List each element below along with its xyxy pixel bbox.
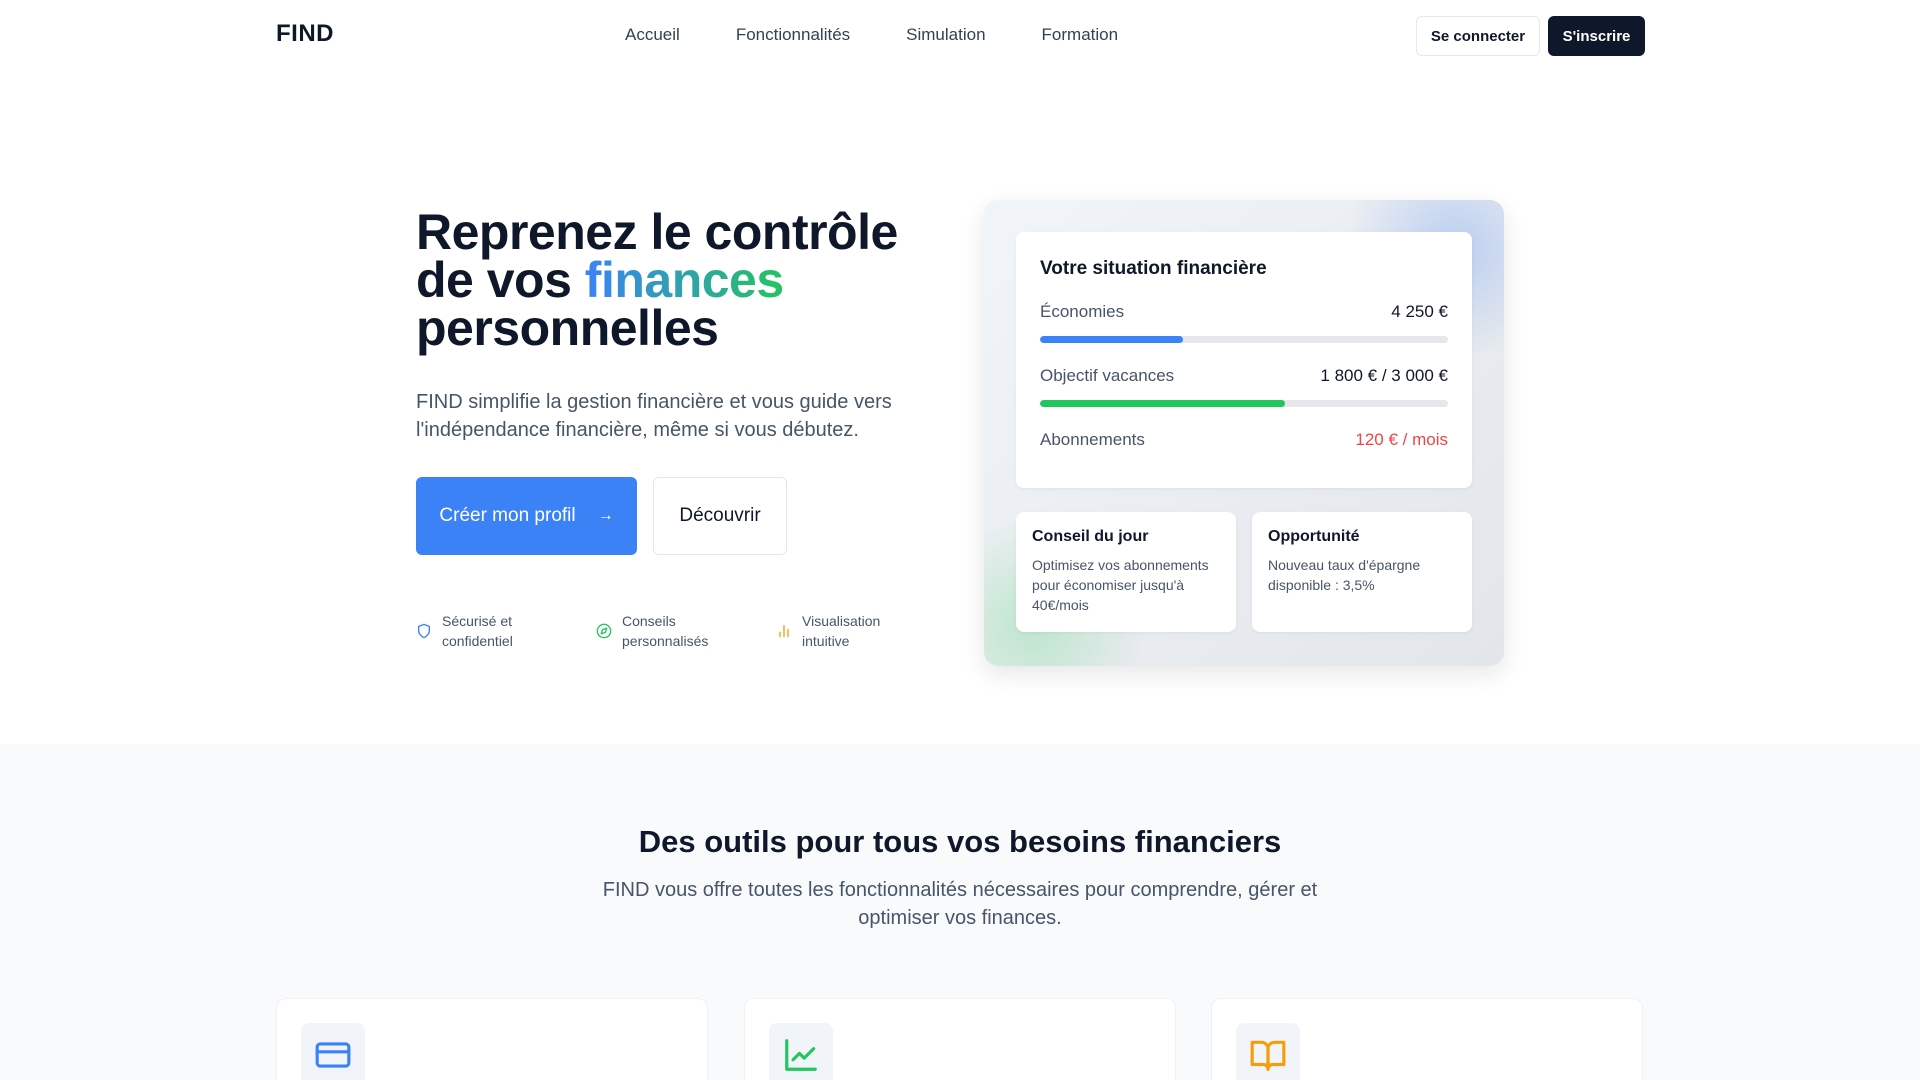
tools-title: Des outils pour tous vos besoins financi… [638, 824, 1282, 859]
feature-advice-label: Conseils personnalisés [622, 613, 709, 649]
opportunity-title: Opportunité [1268, 528, 1360, 545]
hero-title: Reprenez le contrôle de vos finances per… [416, 207, 936, 353]
tip-title: Conseil du jour [1032, 528, 1149, 545]
tool-icon-box [769, 1023, 833, 1080]
credit-card-icon [315, 1042, 351, 1068]
tool-icon-box [301, 1023, 365, 1080]
hero-title-line3: personnelles [416, 300, 719, 356]
arrow-right-icon: → [597, 507, 614, 524]
nav-link-formation[interactable]: Formation [1042, 25, 1119, 45]
feature-secure: Sécurisé et confidentiel [416, 611, 596, 651]
feature-secure-label: Sécurisé et confidentiel [442, 613, 513, 649]
login-button[interactable]: Se connecter [1416, 16, 1540, 56]
savings-row: Économies 4 250 € [1040, 302, 1448, 322]
nav-links: Accueil Fonctionnalités Simulation Forma… [625, 25, 1118, 45]
bar-chart-icon [779, 625, 789, 637]
tool-card-learning[interactable] [1211, 998, 1643, 1080]
logo[interactable]: FIND [276, 20, 334, 48]
vacation-row: Objectif vacances 1 800 € / 3 000 € [1040, 366, 1448, 386]
feature-advice: Conseils personnalisés [596, 611, 776, 651]
hero-subtitle: FIND simplifie la gestion financière et … [416, 391, 892, 441]
discover-button[interactable]: Découvrir [653, 477, 787, 555]
shield-icon [418, 623, 430, 639]
opportunity-text: Nouveau taux d'épargne disponible : 3,5% [1268, 557, 1421, 593]
vacation-progress-fill [1040, 400, 1285, 407]
opportunity-card[interactable]: Opportunité Nouveau taux d'épargne dispo… [1252, 512, 1472, 632]
create-profile-label: Créer mon profil [439, 505, 576, 526]
tip-text: Optimisez vos abonnements pour économise… [1032, 557, 1209, 613]
vacation-value: 1 800 € / 3 000 € [1320, 366, 1448, 385]
situation-title: Votre situation financière [1040, 258, 1267, 279]
feature-visual-label: Visualisation intuitive [802, 613, 881, 649]
feature-visual: Visualisation intuitive [776, 611, 956, 651]
line-chart-icon [785, 1039, 817, 1071]
subscriptions-row: Abonnements 120 € / mois [1040, 430, 1448, 450]
compass-icon [596, 623, 612, 639]
tool-card-analysis[interactable] [744, 998, 1176, 1080]
tools-subtitle: FIND vous offre toutes les fonctionnalit… [602, 879, 1318, 929]
vacation-progress [1040, 400, 1448, 407]
nav-link-accueil[interactable]: Accueil [625, 25, 680, 45]
tool-icon-box [1236, 1023, 1300, 1080]
create-profile-button[interactable]: Créer mon profil → [416, 477, 637, 555]
subscriptions-value: 120 € / mois [1355, 430, 1448, 449]
book-open-icon [1250, 1040, 1286, 1071]
subscriptions-label: Abonnements [1040, 430, 1145, 449]
top-nav: FIND Accueil Fonctionnalités Simulation … [0, 0, 1920, 72]
savings-progress [1040, 336, 1448, 343]
nav-link-simulation[interactable]: Simulation [906, 25, 985, 45]
dashboard-preview: Votre situation financière Économies 4 2… [984, 200, 1504, 666]
tools-section: Des outils pour tous vos besoins financi… [0, 744, 1920, 1080]
nav-link-fonctionnalites[interactable]: Fonctionnalités [736, 25, 850, 45]
vacation-label: Objectif vacances [1040, 366, 1175, 385]
hero-features: Sécurisé et confidentiel Conseils person… [416, 611, 956, 651]
savings-label: Économies [1040, 302, 1125, 321]
savings-progress-fill [1040, 336, 1183, 343]
tool-card-budget[interactable] [276, 998, 708, 1080]
savings-value: 4 250 € [1391, 302, 1448, 321]
tip-card[interactable]: Conseil du jour Optimisez vos abonnement… [1016, 512, 1236, 632]
signup-button[interactable]: S'inscrire [1548, 16, 1645, 56]
financial-situation-card: Votre situation financière Économies 4 2… [1016, 232, 1472, 488]
